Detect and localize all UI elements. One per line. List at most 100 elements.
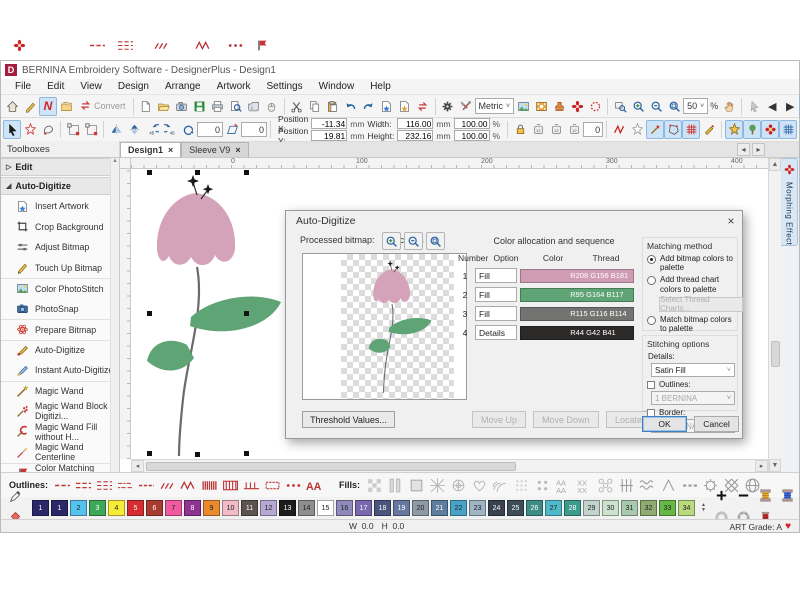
height-input[interactable] [397,130,433,141]
pointer-icon[interactable] [3,120,21,139]
hscroll-thumb[interactable] [146,462,516,471]
color-swatch-bar[interactable]: R115 G116 B114 [520,307,634,321]
palette-swatch[interactable]: 19 [393,500,410,516]
palette-swatch[interactable]: 3 [89,500,106,516]
canvas-vertical-scrollbar[interactable]: ▲ ▼ [768,158,781,472]
toolbox-item[interactable]: Magic Wand Centerline [1,442,119,463]
palette-swatch[interactable]: 11 [241,500,258,516]
stopwatch-icon[interactable]: 12 [565,120,583,139]
move-button[interactable]: Move Down [533,411,599,428]
palette-spinner[interactable]: ▲▼ [701,503,706,513]
menu-item[interactable]: File [7,80,39,93]
o-single-icon[interactable] [52,476,73,494]
toolbox-section-edit[interactable]: ▷Edit [1,158,119,176]
palette-swatch[interactable]: 7 [165,500,182,516]
grid-blue-icon[interactable] [779,120,797,139]
details-select[interactable]: Satin Fill˅ [651,363,735,377]
palette-swatch[interactable]: 14 [298,500,315,516]
print-icon[interactable] [209,97,227,116]
o-aa-icon[interactable]: AA [304,476,325,494]
spool-a-icon[interactable] [756,487,776,505]
reshape-icon[interactable] [64,120,82,139]
zoom-select-icon[interactable] [611,97,629,116]
f-arcs-icon[interactable] [490,476,511,494]
toolbox-item[interactable]: Magic Wand Fill without H... [1,422,119,443]
redo-icon[interactable] [360,97,378,116]
toolbox-item[interactable]: Insert Artwork [1,196,119,217]
toolbox-item[interactable]: Magic Wand Block Digitizi... [1,401,119,422]
menu-item[interactable]: View [72,80,110,93]
canvas-horizontal-scrollbar[interactable]: ◂ ▸ [131,459,768,472]
settings-gear-icon[interactable] [439,97,457,116]
palette-swatch[interactable]: 22 [450,500,467,516]
palette-swatch[interactable]: 13 [279,500,296,516]
rotate-ccw45-icon[interactable]: 45 [143,120,161,139]
height-percent-input[interactable] [454,130,490,141]
radio-match-bitmap-colors[interactable]: Match bitmap colors to palette [647,315,733,333]
radio-add-thread-chart-colors[interactable]: Add thread chart colors to palette [647,275,733,293]
palette-swatch[interactable]: 8 [184,500,201,516]
docked-tab[interactable]: Morphing Effect [781,158,798,246]
o-sculpt-icon[interactable] [115,476,136,494]
palette-swatch[interactable]: 1 [51,500,68,516]
palette-swatch[interactable]: 20 [412,500,429,516]
o-double-icon[interactable] [73,476,94,494]
zoom-out-icon[interactable] [647,97,665,116]
radio-add-bitmap-colors[interactable]: Add bitmap colors to palette [647,254,733,272]
move-button[interactable]: Move Up [472,411,526,428]
library-icon[interactable] [57,97,75,116]
f-wave-icon[interactable] [637,476,658,494]
palette-swatch[interactable]: 9 [203,500,220,516]
palette-swatch[interactable]: 26 [526,500,543,516]
spool-b-icon[interactable] [778,487,798,505]
toolbox-item[interactable]: Prepare Bitmap [1,319,119,340]
lock-stitch-icon[interactable] [511,120,529,139]
palette-swatch[interactable]: 34 [678,500,695,516]
vscroll-thumb[interactable] [771,341,780,367]
save-icon[interactable] [191,97,209,116]
toolbox-item[interactable]: Crop Background [1,217,119,238]
zigzag-icon[interactable] [610,120,628,139]
tab-scroll-left-icon[interactable]: ◂ [737,143,750,156]
o-blanket-icon[interactable] [241,476,262,494]
palette-swatch[interactable]: 10 [222,500,239,516]
palette-swatch[interactable]: 1 [32,500,49,516]
nav-disabled-icon[interactable] [745,97,763,116]
rotate-cw45-icon[interactable]: 45 [161,120,179,139]
color-swatch-bar[interactable]: R44 G42 B41 [520,326,634,340]
wand-sparkle-icon[interactable] [646,120,664,139]
outlines-checkbox[interactable]: Outlines: [647,380,733,389]
palette-swatch[interactable]: 31 [621,500,638,516]
skew-angle-input[interactable] [241,122,267,137]
palette-swatch[interactable]: 6 [146,500,163,516]
new-icon[interactable] [137,97,155,116]
o-satin-icon[interactable] [199,476,220,494]
position-y-input[interactable] [311,130,347,141]
f-check-icon[interactable] [364,476,385,494]
palette-swatch[interactable]: 5 [127,500,144,516]
rotate-angle-input[interactable] [197,122,223,137]
o-dots-icon[interactable] [283,476,304,494]
menu-item[interactable]: Edit [39,80,72,93]
toolbox-item[interactable]: Magic Wand [1,381,119,402]
artwork-page2-icon[interactable] [396,97,414,116]
menu-item[interactable]: Design [110,80,157,93]
menu-item[interactable]: Window [311,80,363,93]
f-chev-icon[interactable] [658,476,679,494]
cancel-button[interactable]: Cancel [694,416,739,432]
o-triple-icon[interactable] [94,476,115,494]
palette-swatch[interactable]: 27 [545,500,562,516]
reshape2-icon[interactable] [82,120,100,139]
palette-swatch[interactable]: 29 [583,500,600,516]
option-select[interactable]: Fill [475,268,517,283]
polygon-node-icon[interactable] [664,120,682,139]
width-percent-input[interactable] [454,118,490,129]
o-open-icon[interactable] [262,476,283,494]
rotate-icon[interactable] [179,120,197,139]
stitch-value-input[interactable] [583,122,603,137]
stopwatch-icon[interactable]: 12 [529,120,547,139]
document-tab[interactable]: Sleeve V9× [181,142,248,157]
scroll-up-icon[interactable]: ▲ [769,158,781,171]
f-quilt-icon[interactable] [616,476,637,494]
insert-artwork-icon[interactable] [173,97,191,116]
